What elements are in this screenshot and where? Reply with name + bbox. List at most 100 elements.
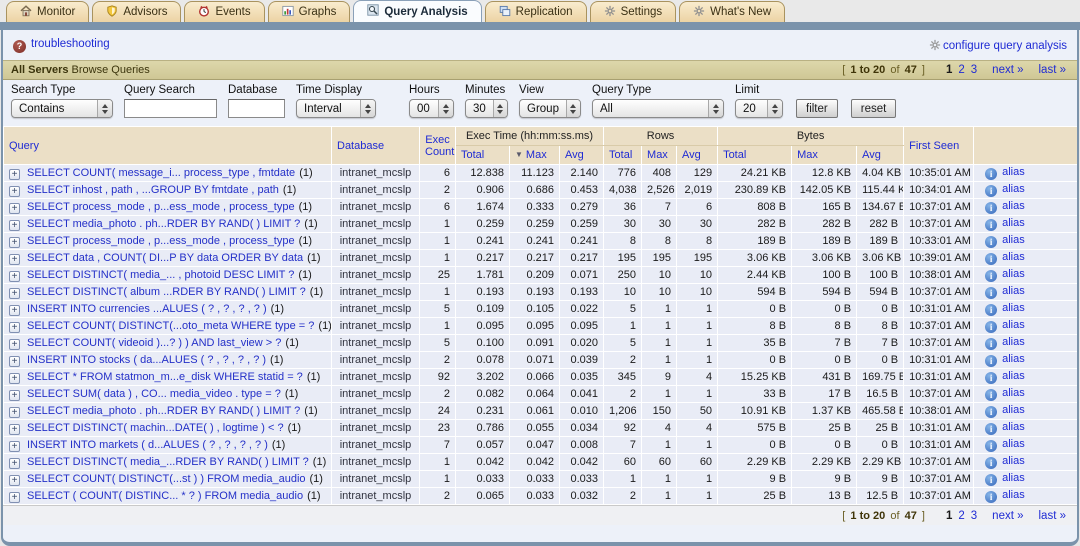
info-icon[interactable]: i: [985, 440, 997, 452]
expand-query-button[interactable]: +: [9, 237, 20, 248]
info-icon[interactable]: i: [985, 202, 997, 214]
query-link[interactable]: SELECT DISTINCT( media_...RDER BY RAND( …: [27, 456, 309, 468]
tab-settings[interactable]: Settings: [590, 1, 677, 22]
column-header-time-avg[interactable]: Avg: [560, 146, 604, 165]
tab-monitor[interactable]: Monitor: [6, 1, 89, 22]
alias-link[interactable]: alias: [1002, 353, 1025, 365]
minutes-select[interactable]: 30: [465, 99, 508, 118]
column-header-database[interactable]: Database: [332, 127, 420, 165]
query-search-input[interactable]: [124, 99, 217, 118]
info-icon[interactable]: i: [985, 321, 997, 333]
query-link[interactable]: SELECT inhost , path , ...GROUP BY fmtda…: [27, 184, 279, 196]
expand-query-button[interactable]: +: [9, 441, 20, 452]
tab-query-analysis[interactable]: Query Analysis: [353, 0, 481, 22]
search-type-select[interactable]: Contains: [11, 99, 113, 118]
column-header-rows-total[interactable]: Total: [604, 146, 642, 165]
column-header-rows-max[interactable]: Max: [642, 146, 677, 165]
info-icon[interactable]: i: [985, 389, 997, 401]
expand-query-button[interactable]: +: [9, 271, 20, 282]
info-icon[interactable]: i: [985, 355, 997, 367]
query-link[interactable]: INSERT INTO markets ( d...ALUES ( ? , ? …: [27, 439, 268, 451]
column-header-query[interactable]: Query: [4, 127, 332, 165]
expand-query-button[interactable]: +: [9, 288, 20, 299]
tab-replication[interactable]: Replication: [485, 1, 587, 22]
alias-link[interactable]: alias: [1002, 336, 1025, 348]
column-header-rows-avg[interactable]: Avg: [677, 146, 718, 165]
query-link[interactable]: SELECT * FROM statmon_m...e_disk WHERE s…: [27, 371, 303, 383]
column-header-first-seen[interactable]: First Seen: [904, 127, 974, 165]
database-input[interactable]: [228, 99, 285, 118]
info-icon[interactable]: i: [985, 406, 997, 418]
tab-events[interactable]: Events: [184, 1, 264, 22]
alias-link[interactable]: alias: [1002, 302, 1025, 314]
query-type-select[interactable]: All: [592, 99, 724, 118]
alias-link[interactable]: alias: [1002, 438, 1025, 450]
info-icon[interactable]: i: [985, 474, 997, 486]
alias-link[interactable]: alias: [1002, 234, 1025, 246]
expand-query-button[interactable]: +: [9, 203, 20, 214]
info-icon[interactable]: i: [985, 372, 997, 384]
page-3-link[interactable]: 3: [971, 64, 977, 76]
expand-query-button[interactable]: +: [9, 339, 20, 350]
last-page-link[interactable]: last »: [1039, 510, 1067, 522]
alias-link[interactable]: alias: [1002, 183, 1025, 195]
next-page-link[interactable]: next »: [992, 64, 1023, 76]
alias-link[interactable]: alias: [1002, 404, 1025, 416]
info-icon[interactable]: i: [985, 304, 997, 316]
page-2-link[interactable]: 2: [958, 64, 964, 76]
query-link[interactable]: SELECT process_mode , p...ess_mode , pro…: [27, 235, 295, 247]
info-icon[interactable]: i: [985, 185, 997, 197]
alias-link[interactable]: alias: [1002, 166, 1025, 178]
expand-query-button[interactable]: +: [9, 390, 20, 401]
expand-query-button[interactable]: +: [9, 356, 20, 367]
limit-select[interactable]: 20: [735, 99, 783, 118]
troubleshooting-link[interactable]: ?troubleshooting: [13, 38, 110, 53]
expand-query-button[interactable]: +: [9, 475, 20, 486]
query-link[interactable]: SELECT media_photo . ph...RDER BY RAND( …: [27, 405, 300, 417]
alias-link[interactable]: alias: [1002, 387, 1025, 399]
query-link[interactable]: SELECT COUNT( DISTINCT(...oto_meta WHERE…: [27, 320, 314, 332]
hours-select[interactable]: 00: [409, 99, 454, 118]
info-icon[interactable]: i: [985, 253, 997, 265]
column-header-bytes-max[interactable]: Max: [792, 146, 857, 165]
last-page-link[interactable]: last »: [1039, 64, 1067, 76]
alias-link[interactable]: alias: [1002, 472, 1025, 484]
expand-query-button[interactable]: +: [9, 186, 20, 197]
expand-query-button[interactable]: +: [9, 407, 20, 418]
reset-button[interactable]: reset: [851, 99, 897, 118]
expand-query-button[interactable]: +: [9, 254, 20, 265]
info-icon[interactable]: i: [985, 270, 997, 282]
query-link[interactable]: SELECT media_photo . ph...RDER BY RAND( …: [27, 218, 300, 230]
page-2-link[interactable]: 2: [958, 510, 964, 522]
expand-query-button[interactable]: +: [9, 220, 20, 231]
info-icon[interactable]: i: [985, 168, 997, 180]
alias-link[interactable]: alias: [1002, 285, 1025, 297]
expand-query-button[interactable]: +: [9, 322, 20, 333]
time-display-select[interactable]: Interval: [296, 99, 376, 118]
filter-button[interactable]: filter: [796, 99, 838, 118]
configure-query-analysis-link[interactable]: configure query analysis: [929, 39, 1067, 52]
query-link[interactable]: SELECT DISTINCT( machin...DATE( ) , logt…: [27, 422, 284, 434]
alias-link[interactable]: alias: [1002, 455, 1025, 467]
expand-query-button[interactable]: +: [9, 492, 20, 503]
info-icon[interactable]: i: [985, 457, 997, 469]
query-link[interactable]: SELECT SUM( data ) , CO... media_video .…: [27, 388, 281, 400]
query-link[interactable]: SELECT data , COUNT( DI...P BY data ORDE…: [27, 252, 303, 264]
query-link[interactable]: INSERT INTO currencies ...ALUES ( ? , ? …: [27, 303, 267, 315]
alias-link[interactable]: alias: [1002, 370, 1025, 382]
expand-query-button[interactable]: +: [9, 424, 20, 435]
column-header-time-max[interactable]: ▼Max: [510, 146, 560, 165]
alias-link[interactable]: alias: [1002, 489, 1025, 501]
page-3-link[interactable]: 3: [971, 510, 977, 522]
info-icon[interactable]: i: [985, 219, 997, 231]
query-link[interactable]: SELECT DISTINCT( album ...RDER BY RAND( …: [27, 286, 306, 298]
alias-link[interactable]: alias: [1002, 200, 1025, 212]
query-link[interactable]: SELECT COUNT( videoid )...? ) ) AND last…: [27, 337, 281, 349]
column-header-bytes-avg[interactable]: Avg: [857, 146, 904, 165]
expand-query-button[interactable]: +: [9, 458, 20, 469]
expand-query-button[interactable]: +: [9, 373, 20, 384]
query-link[interactable]: SELECT process_mode , p...ess_mode , pro…: [27, 201, 295, 213]
tab-graphs[interactable]: Graphs: [268, 1, 351, 22]
alias-link[interactable]: alias: [1002, 217, 1025, 229]
next-page-link[interactable]: next »: [992, 510, 1023, 522]
